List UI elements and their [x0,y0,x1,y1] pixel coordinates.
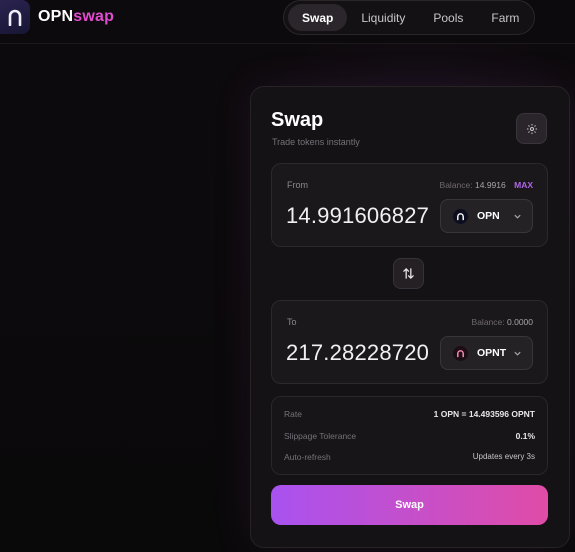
to-panel: To Balance: 0.0000 217.28228720 OPNT [271,300,548,384]
card-title: Swap [271,109,324,131]
refresh-row: Auto-refresh Updates every 3s [284,452,535,464]
to-label: To [287,317,297,327]
nav-pools[interactable]: Pools [419,4,477,31]
slippage-label: Slippage Tolerance [284,431,357,441]
chevron-down-icon [514,351,521,356]
logo-badge[interactable] [0,0,30,34]
brand-name-part1: OPN [38,8,74,25]
swap-details: Rate 1 OPN = 14.493596 OPNT Slippage Tol… [271,396,548,475]
to-token-name: OPNT [477,347,507,359]
nav-liquidity[interactable]: Liquidity [347,4,419,31]
main-nav: Swap Liquidity Pools Farm [283,0,535,35]
from-token-name: OPN [477,210,500,222]
slippage-value: 0.1% [515,431,535,441]
swap-button[interactable]: Swap [271,485,548,525]
token-opn-icon [453,208,468,224]
brand-name[interactable]: OPNswap [38,8,114,26]
flip-direction-button[interactable] [393,258,424,289]
max-button[interactable]: MAX [514,180,533,190]
to-amount-output[interactable]: 217.28228720 [286,340,430,368]
from-balance-value: 14.9916 [475,180,506,190]
chevron-down-icon [514,214,521,219]
gear-icon [526,123,537,134]
nav-farm[interactable]: Farm [477,4,533,31]
from-panel: From Balance: 14.9916 MAX 14.991606827 O… [271,163,548,247]
token-opnt-icon [453,345,468,361]
settings-button[interactable] [516,113,547,144]
from-balance: Balance: 14.9916 MAX [440,180,533,190]
rate-label: Rate [284,409,302,419]
to-balance-label: Balance: [471,317,505,327]
to-balance-value: 0.0000 [507,317,533,327]
slippage-row: Slippage Tolerance 0.1% [284,431,535,443]
rate-row: Rate 1 OPN = 14.493596 OPNT [284,409,535,421]
from-amount-input[interactable]: 14.991606827 [286,203,430,231]
rate-value: 1 OPN = 14.493596 OPNT [433,409,535,419]
logo-arch-icon [8,9,22,26]
to-balance: Balance: 0.0000 [472,317,533,327]
from-balance-label: Balance: [439,180,473,190]
from-label: From [287,180,308,190]
swap-card: Swap Trade tokens instantly From Balance… [250,86,570,548]
nav-swap[interactable]: Swap [288,4,348,31]
to-token-select[interactable]: OPNT [440,336,533,370]
swap-arrows-icon [403,267,414,280]
card-subtitle: Trade tokens instantly [272,137,360,147]
refresh-label: Auto-refresh [284,452,331,462]
from-token-select[interactable]: OPN [440,199,533,233]
refresh-value: Updates every 3s [472,452,535,461]
brand-name-part2: swap [73,8,115,25]
top-header: OPNswap Swap Liquidity Pools Farm [0,0,575,44]
